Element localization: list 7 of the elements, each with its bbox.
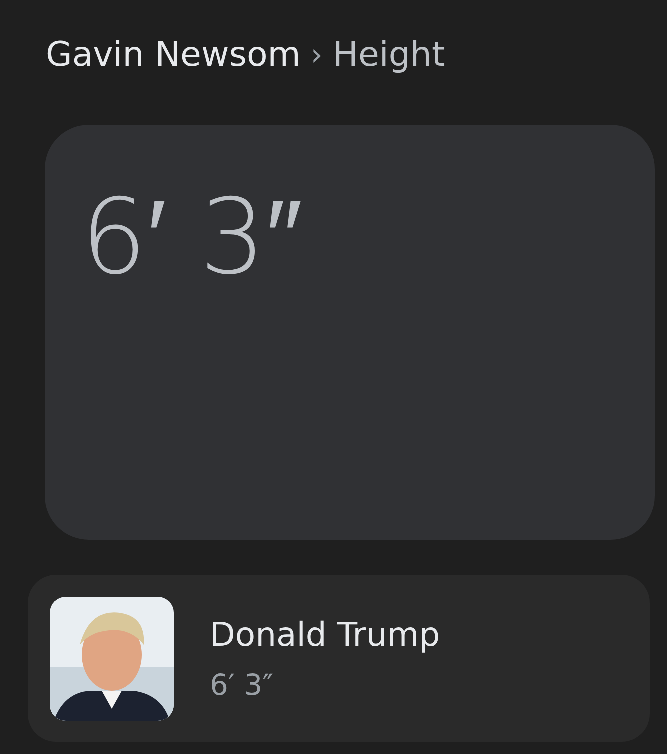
person-height: 6′ 3″ xyxy=(210,668,275,702)
person-name: Donald Trump xyxy=(210,615,440,654)
height-value: 6′ 3″ xyxy=(81,176,303,298)
person-card[interactable]: Donald Trump 6′ 3″ xyxy=(28,575,650,742)
entity-name[interactable]: Gavin Newsom xyxy=(46,35,301,75)
breadcrumb-separator: › xyxy=(310,38,323,72)
attribute-name: Height xyxy=(332,35,446,75)
